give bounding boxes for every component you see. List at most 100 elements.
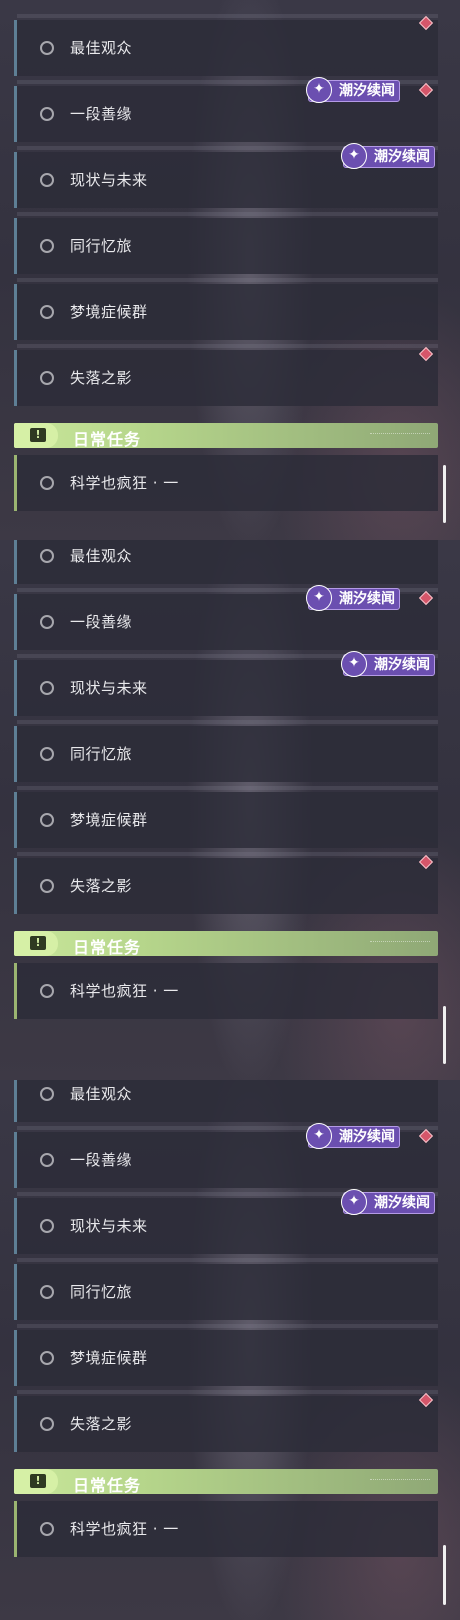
quest-row-shiluo[interactable]: 失落之影 xyxy=(14,344,438,406)
daily-icon-box: ! xyxy=(14,423,58,448)
circle-icon xyxy=(40,615,54,629)
quest-panel-3: 最佳观众 一段善缘 现状与未来 同行忆旅 梦境症候群 失落之影 ✦ 潮汐续闻 ✦… xyxy=(0,1080,460,1620)
quest-row-zuijia[interactable]: 最佳观众 xyxy=(14,540,438,584)
circle-icon xyxy=(40,1417,54,1431)
quest-label: 现状与未来 xyxy=(70,171,148,189)
row-divider xyxy=(17,1258,438,1262)
circle-icon xyxy=(40,681,54,695)
quest-label: 最佳观众 xyxy=(70,547,133,565)
quest-label: 一段善缘 xyxy=(70,105,133,123)
quest-row-mengjing[interactable]: 梦境症候群 xyxy=(14,278,438,340)
row-divider xyxy=(17,212,438,216)
quest-row-shiluo[interactable]: 失落之影 xyxy=(14,1390,438,1452)
circle-icon xyxy=(40,1153,54,1167)
quest-row-shiluo[interactable]: 失落之影 xyxy=(14,852,438,914)
circle-icon xyxy=(40,239,54,253)
exclamation-icon: ! xyxy=(30,936,46,950)
quest-panel-1: 最佳观众 一段善缘 现状与未来 同行忆旅 梦境症候群 失落之影 ✦ 潮汐续闻 ✦… xyxy=(0,0,460,540)
header-decoration xyxy=(370,1479,430,1484)
event-tag: ✦ 潮汐续闻 xyxy=(341,1189,435,1215)
event-tag-label: 潮汐续闻 xyxy=(374,657,430,673)
row-divider xyxy=(17,278,438,282)
quest-label: 失落之影 xyxy=(70,877,133,895)
circle-icon xyxy=(40,813,54,827)
tide-event-icon: ✦ xyxy=(341,1189,367,1215)
daily-quest-row[interactable]: 科学也疯狂 · 一 xyxy=(14,963,438,1019)
circle-icon xyxy=(40,984,54,998)
circle-icon xyxy=(40,549,54,563)
row-divider xyxy=(17,344,438,348)
daily-icon-box: ! xyxy=(14,1469,58,1494)
circle-icon xyxy=(40,41,54,55)
quest-label: 梦境症候群 xyxy=(70,811,148,829)
event-tag: ✦ 潮汐续闻 xyxy=(341,143,435,169)
event-tag-label: 潮汐续闻 xyxy=(339,591,395,607)
daily-section-header: ! 日常任务 xyxy=(14,423,438,449)
quest-row-mengjing[interactable]: 梦境症候群 xyxy=(14,786,438,848)
circle-icon xyxy=(40,1087,54,1101)
daily-quest-row[interactable]: 科学也疯狂 · 一 xyxy=(14,1501,438,1557)
event-tag: ✦ 潮汐续闻 xyxy=(306,77,400,103)
circle-icon xyxy=(40,371,54,385)
circle-icon xyxy=(40,305,54,319)
event-tag-label: 潮汐续闻 xyxy=(339,83,395,99)
quest-row-mengjing[interactable]: 梦境症候群 xyxy=(14,1324,438,1386)
quest-label: 失落之影 xyxy=(70,1415,133,1433)
tide-event-icon: ✦ xyxy=(341,651,367,677)
quest-label: 现状与未来 xyxy=(70,1217,148,1235)
scrollbar-thumb[interactable] xyxy=(443,1545,446,1605)
daily-icon-box: ! xyxy=(14,931,58,956)
quest-panel-2: 最佳观众 一段善缘 现状与未来 同行忆旅 梦境症候群 失落之影 ✦ 潮汐续闻 ✦… xyxy=(0,540,460,1080)
quest-label: 一段善缘 xyxy=(70,1151,133,1169)
event-tag: ✦ 潮汐续闻 xyxy=(306,585,400,611)
tide-event-icon: ✦ xyxy=(306,77,332,103)
quest-row-zuijia[interactable]: 最佳观众 xyxy=(14,14,438,76)
event-tag: ✦ 潮汐续闻 xyxy=(306,1123,400,1149)
quest-row-zuijia[interactable]: 最佳观众 xyxy=(14,1080,438,1122)
row-divider xyxy=(17,1324,438,1328)
circle-icon xyxy=(40,879,54,893)
circle-icon xyxy=(40,1285,54,1299)
exclamation-icon: ! xyxy=(30,1474,46,1488)
quest-row-tongxing[interactable]: 同行忆旅 xyxy=(14,212,438,274)
circle-icon xyxy=(40,107,54,121)
scrollbar-thumb[interactable] xyxy=(443,1006,446,1064)
row-divider xyxy=(17,786,438,790)
quest-label: 梦境症候群 xyxy=(70,303,148,321)
circle-icon xyxy=(40,476,54,490)
header-decoration xyxy=(370,433,430,438)
row-divider xyxy=(17,1390,438,1394)
event-tag-label: 潮汐续闻 xyxy=(339,1129,395,1145)
quest-label: 失落之影 xyxy=(70,369,133,387)
circle-icon xyxy=(40,173,54,187)
quest-label: 科学也疯狂 · 一 xyxy=(70,982,179,1000)
quest-row-tongxing[interactable]: 同行忆旅 xyxy=(14,720,438,782)
quest-label: 同行忆旅 xyxy=(70,1283,133,1301)
row-divider xyxy=(17,852,438,856)
circle-icon xyxy=(40,1522,54,1536)
quest-label: 同行忆旅 xyxy=(70,745,133,763)
quest-label: 梦境症候群 xyxy=(70,1349,148,1367)
daily-quest-row[interactable]: 科学也疯狂 · 一 xyxy=(14,455,438,511)
quest-label: 最佳观众 xyxy=(70,1085,133,1103)
quest-label: 科学也疯狂 · 一 xyxy=(70,1520,179,1538)
exclamation-icon: ! xyxy=(30,428,46,442)
daily-section-header: ! 日常任务 xyxy=(14,931,438,957)
quest-row-tongxing[interactable]: 同行忆旅 xyxy=(14,1258,438,1320)
quest-label: 最佳观众 xyxy=(70,39,133,57)
daily-section-title: 日常任务 xyxy=(73,938,142,957)
quest-label: 同行忆旅 xyxy=(70,237,133,255)
daily-section-title: 日常任务 xyxy=(73,430,142,449)
row-divider xyxy=(17,14,438,18)
circle-icon xyxy=(40,747,54,761)
scrollbar-thumb[interactable] xyxy=(443,465,446,523)
header-decoration xyxy=(370,941,430,946)
quest-label: 科学也疯狂 · 一 xyxy=(70,474,179,492)
quest-label: 现状与未来 xyxy=(70,679,148,697)
event-tag-label: 潮汐续闻 xyxy=(374,149,430,165)
event-tag-label: 潮汐续闻 xyxy=(374,1195,430,1211)
circle-icon xyxy=(40,1219,54,1233)
row-divider xyxy=(17,720,438,724)
daily-section-title: 日常任务 xyxy=(73,1476,142,1495)
circle-icon xyxy=(40,1351,54,1365)
